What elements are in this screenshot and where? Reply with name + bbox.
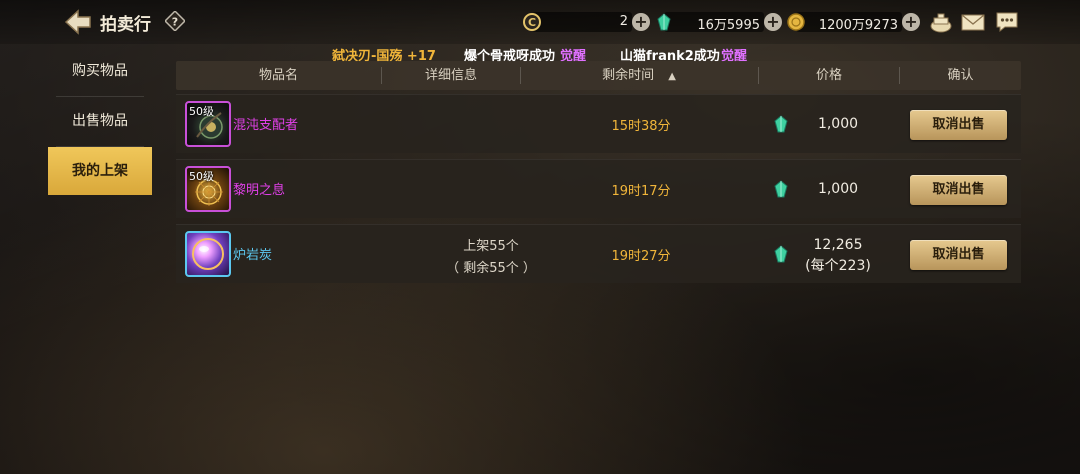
column-header-item-name: 物品名 — [258, 68, 298, 83]
item-name: 混沌支配者 — [233, 118, 299, 133]
mail-icon[interactable] — [960, 10, 986, 34]
column-header-label: 剩余时间 — [602, 68, 655, 83]
sidebar-item-sell[interactable]: 出售物品 — [48, 97, 152, 145]
add-currency-button[interactable]: + — [764, 13, 782, 31]
item-name: 黎明之息 — [233, 183, 286, 198]
remaining-time: 19时17分 — [611, 184, 671, 199]
price-value: 1,000 — [817, 181, 859, 197]
item-icon[interactable]: 50级 — [185, 101, 231, 147]
column-header-remaining-time[interactable]: 剩余时间 ▲ — [521, 61, 757, 90]
help-icon[interactable]: ? — [165, 11, 185, 31]
chat-icon[interactable] — [994, 10, 1020, 34]
lava-coal-orb-icon — [192, 238, 224, 270]
table-row: 50级 黎明之息 19时17分 1,000 取消出售 — [176, 159, 1021, 218]
remaining-time: 15时38分 — [611, 119, 671, 134]
currency-gold: 1200万9273 + — [786, 12, 920, 33]
item-icon[interactable]: 50级 — [185, 166, 231, 212]
green-gem-icon — [774, 180, 788, 198]
column-header-detail: 详细信息 — [424, 68, 477, 83]
table-header: 物品名 详细信息 剩余时间 ▲ 价格 确认 — [176, 61, 1021, 90]
cancel-listing-button[interactable]: 取消出售 — [910, 110, 1007, 140]
cancel-listing-button[interactable]: 取消出售 — [910, 240, 1007, 270]
green-gem-icon — [657, 13, 671, 31]
currency-value: 16万5995 — [697, 18, 760, 33]
table-row: 炉岩炭 上架55个 （ 剩余55个 ） 19时27分 12,265 (每个223… — [176, 224, 1021, 283]
item-icon[interactable] — [185, 231, 231, 277]
sidebar-item-buy[interactable]: 购买物品 — [48, 47, 152, 95]
currency-value: 2 — [619, 14, 628, 29]
back-arrow-icon[interactable] — [64, 9, 92, 35]
price-value: 1,000 — [817, 116, 859, 132]
add-currency-button[interactable]: + — [632, 13, 650, 31]
gold-coin-icon — [787, 13, 805, 31]
unit-price: (每个223) — [805, 258, 871, 274]
cancel-listing-button[interactable]: 取消出售 — [910, 175, 1007, 205]
remaining-quantity: （ 剩余55个 ） — [446, 261, 536, 276]
column-header-price: 价格 — [815, 68, 842, 83]
currency-value: 1200万9273 — [818, 18, 898, 33]
column-header-confirm: 确认 — [947, 68, 974, 83]
item-name: 炉岩炭 — [233, 248, 273, 263]
add-currency-button[interactable]: + — [902, 13, 920, 31]
top-bar: 拍卖行 ? C 2 + 16万5995 + 1200万9273 + — [0, 0, 1080, 44]
c-coin-icon: C — [523, 13, 541, 31]
currency-c-coin: C 2 + — [522, 12, 650, 32]
table-row: 50级 混沌支配者 15时38分 1,000 取消出售 — [176, 94, 1021, 153]
svg-text:?: ? — [172, 16, 178, 29]
sidebar-item-my-listings[interactable]: 我的上架 — [48, 147, 152, 195]
green-gem-icon — [774, 115, 788, 133]
level-badge: 50级 — [189, 170, 214, 183]
listed-quantity: 上架55个 — [463, 239, 519, 254]
level-badge: 50级 — [189, 105, 214, 118]
green-gem-icon — [774, 245, 788, 263]
remaining-time: 19时27分 — [611, 249, 671, 264]
sort-ascending-icon: ▲ — [668, 71, 676, 82]
page-title: 拍卖行 — [100, 15, 151, 35]
svg-text:C: C — [528, 16, 536, 29]
storage-pot-icon[interactable] — [928, 10, 954, 34]
currency-gem: 16万5995 + — [654, 12, 782, 33]
price-value: 12,265 — [813, 237, 863, 253]
